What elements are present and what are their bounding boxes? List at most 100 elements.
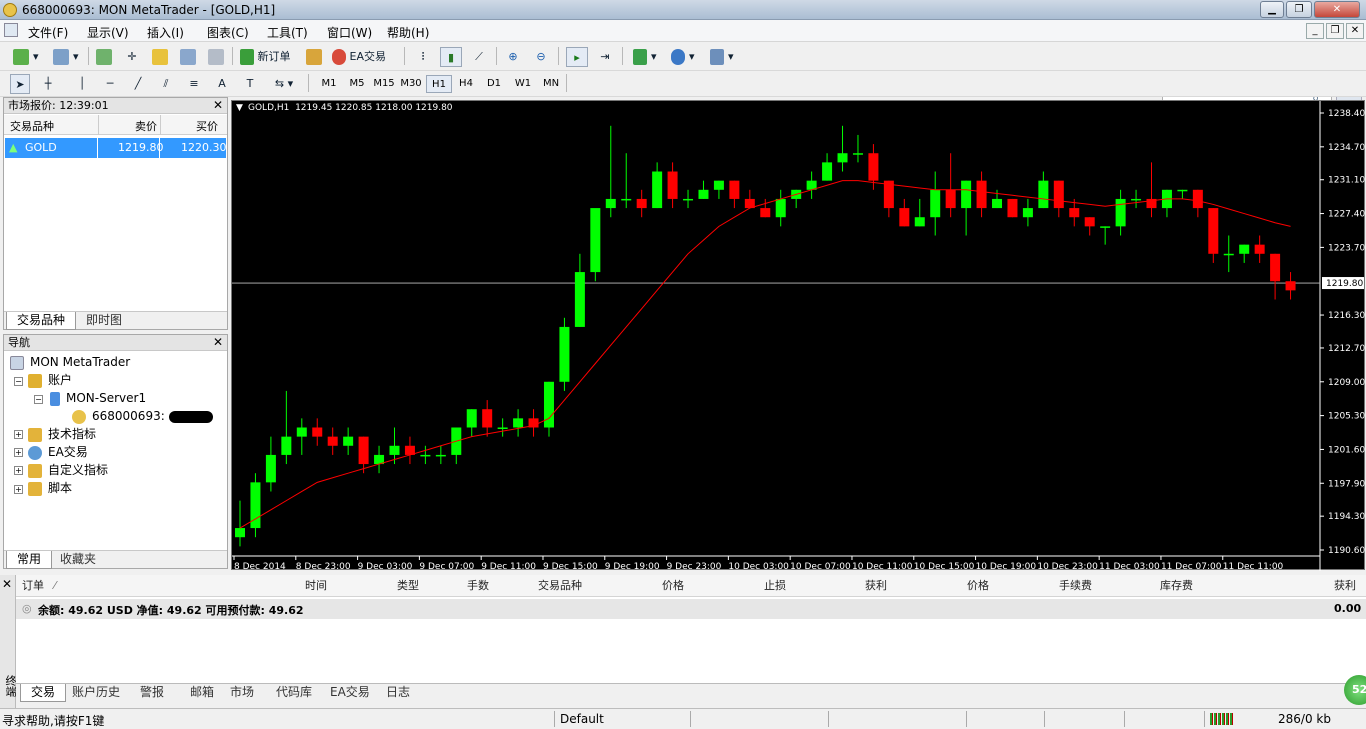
tab-tick-chart[interactable]: 即时图 <box>76 312 132 330</box>
terminal-tab-4[interactable]: 市场 <box>220 684 264 702</box>
col-sl[interactable]: 止损 <box>764 575 786 597</box>
table-row[interactable]: ▲ GOLD 1219.80 1220.30 <box>5 138 227 158</box>
menu-insert[interactable]: 插入(I) <box>147 24 184 41</box>
timeframe-d1-button[interactable]: D1 <box>481 75 507 93</box>
col-type[interactable]: 类型 <box>397 575 419 597</box>
balance-row[interactable]: ◎ 余额: 49.62 USD 净值: 49.62 可用预付款: 49.62 0… <box>16 599 1366 619</box>
zoom-in-button[interactable]: ⊕ <box>502 47 524 67</box>
tab-common[interactable]: 常用 <box>6 551 53 569</box>
notification-badge[interactable]: 52 <box>1344 675 1366 705</box>
ea-trading-button[interactable]: EA交易 <box>332 47 396 67</box>
maximize-button[interactable]: ❐ <box>1286 1 1312 18</box>
col-swap[interactable]: 库存费 <box>1160 575 1193 597</box>
menu-window[interactable]: 窗口(W) <box>327 24 372 41</box>
new-chart-button[interactable]: ▾ <box>8 47 44 67</box>
market-watch-button[interactable] <box>94 47 114 67</box>
templates-button[interactable]: ▾ <box>704 47 740 67</box>
trendline-tool[interactable]: ╱ <box>128 74 148 94</box>
col-symbol[interactable]: 交易品种 <box>10 118 54 134</box>
menu-tools[interactable]: 工具(T) <box>267 24 308 41</box>
tree-scripts[interactable]: 脚本 <box>28 480 72 496</box>
bar-chart-button[interactable]: ⫶ <box>412 47 434 67</box>
indicators-button[interactable]: ▾ <box>628 47 662 67</box>
col-lots[interactable]: 手数 <box>467 575 489 597</box>
tree-account[interactable]: 668000693: <box>72 408 213 424</box>
crosshair-tool[interactable]: ┼ <box>38 74 58 94</box>
tree-custom-indicators[interactable]: 自定义指标 <box>28 462 108 478</box>
vertical-line-tool[interactable]: │ <box>72 74 92 94</box>
mdi-minimize-button[interactable]: _ <box>1306 23 1324 39</box>
expand-scripts-icon[interactable]: + <box>14 485 23 494</box>
tab-symbols[interactable]: 交易品种 <box>6 312 77 330</box>
chart-shift-button[interactable]: ⇥ <box>594 47 616 67</box>
tree-experts[interactable]: EA交易 <box>28 444 88 460</box>
col-tp[interactable]: 获利 <box>865 575 887 597</box>
terminal-tab-7[interactable]: 日志 <box>376 684 420 702</box>
channel-tool[interactable]: ⫽ <box>156 74 176 94</box>
fibonacci-tool[interactable]: ≡ <box>184 74 204 94</box>
new-order-button[interactable]: 新订单 <box>240 47 300 67</box>
candle-chart-button[interactable]: ▮ <box>440 47 462 67</box>
col-order[interactable]: 订单 <box>22 575 44 597</box>
cursor-tool[interactable]: ➤ <box>10 74 30 94</box>
terminal-tab-5[interactable]: 代码库 <box>266 684 322 702</box>
navigator-close-icon[interactable]: ✕ <box>213 335 223 349</box>
expand-accounts-icon[interactable]: − <box>14 377 23 386</box>
terminal-close-icon[interactable]: ✕ <box>2 577 12 591</box>
mdi-restore-button[interactable]: ❐ <box>1326 23 1344 39</box>
arrows-tool[interactable]: ⇆ ▾ <box>268 74 300 94</box>
terminal-button[interactable] <box>178 47 198 67</box>
timeframe-m1-button[interactable]: M1 <box>316 75 342 93</box>
expand-indicators-icon[interactable]: + <box>14 430 23 439</box>
expand-experts-icon[interactable]: + <box>14 448 23 457</box>
chart-window[interactable]: 1238.40 1234.70 1231.10 1227.40 1223.70 1216.… <box>231 100 1366 571</box>
autoscroll-button[interactable]: ▸ <box>566 47 588 67</box>
col-commission[interactable]: 手续费 <box>1059 575 1092 597</box>
label-tool[interactable]: T <box>240 74 260 94</box>
minimize-button[interactable]: ▁ <box>1260 1 1284 18</box>
col-symbol[interactable]: 交易品种 <box>538 575 582 597</box>
timeframe-m5-button[interactable]: M5 <box>344 75 370 93</box>
price-chart[interactable]: 1238.40 1234.70 1231.10 1227.40 1223.70 1216.… <box>232 101 1366 571</box>
terminal-tab-6[interactable]: EA交易 <box>320 684 380 702</box>
timeframe-h4-button[interactable]: H4 <box>453 75 479 93</box>
tree-indicators[interactable]: 技术指标 <box>28 426 96 442</box>
text-tool[interactable]: A <box>212 74 232 94</box>
col-price[interactable]: 价格 <box>662 575 684 597</box>
navigator-button[interactable] <box>150 47 170 67</box>
menu-view[interactable]: 显示(V) <box>87 24 129 41</box>
market-watch-close-icon[interactable]: ✕ <box>213 98 223 112</box>
col-price2[interactable]: 价格 <box>967 575 989 597</box>
col-bid[interactable]: 卖价 <box>135 118 157 134</box>
expand-custom-icon[interactable]: + <box>14 466 23 475</box>
line-chart-button[interactable]: ⟋ <box>468 47 490 67</box>
terminal-tab-3[interactable]: 邮箱 <box>180 684 224 702</box>
zoom-out-button[interactable]: ⊖ <box>530 47 552 67</box>
col-ask[interactable]: 买价 <box>196 118 218 134</box>
chart-menu-icon[interactable]: ▼ <box>236 103 243 113</box>
menu-charts[interactable]: 图表(C) <box>207 24 249 41</box>
timeframe-mn-button[interactable]: MN <box>538 75 564 93</box>
timeframe-m15-button[interactable]: M15 <box>371 75 397 93</box>
timeframe-w1-button[interactable]: W1 <box>510 75 536 93</box>
timeframe-m30-button[interactable]: M30 <box>398 75 424 93</box>
tab-favorites[interactable]: 收藏夹 <box>50 551 106 569</box>
close-button[interactable]: ✕ <box>1314 1 1360 18</box>
menu-file[interactable]: 文件(F) <box>28 24 68 41</box>
expand-server-icon[interactable]: − <box>34 395 43 404</box>
col-time[interactable]: 时间 <box>305 575 327 597</box>
tree-accounts[interactable]: 账户 <box>28 372 72 388</box>
horizontal-line-tool[interactable]: ─ <box>100 74 120 94</box>
tree-server[interactable]: MON-Server1 <box>50 390 146 406</box>
metaeditor-button[interactable] <box>304 47 324 67</box>
terminal-tab-1[interactable]: 账户历史 <box>62 684 130 702</box>
mdi-close-button[interactable]: ✕ <box>1346 23 1364 39</box>
col-profit[interactable]: 获利 <box>1334 575 1356 597</box>
terminal-tab-2[interactable]: 警报 <box>130 684 174 702</box>
menu-help[interactable]: 帮助(H) <box>387 24 429 41</box>
data-window-button[interactable]: ✛ <box>122 47 142 67</box>
tree-root[interactable]: MON MetaTrader <box>10 354 130 370</box>
profiles-button[interactable]: ▾ <box>48 47 84 67</box>
timeframe-h1-button[interactable]: H1 <box>426 75 452 93</box>
periods-button[interactable]: ▾ <box>666 47 700 67</box>
